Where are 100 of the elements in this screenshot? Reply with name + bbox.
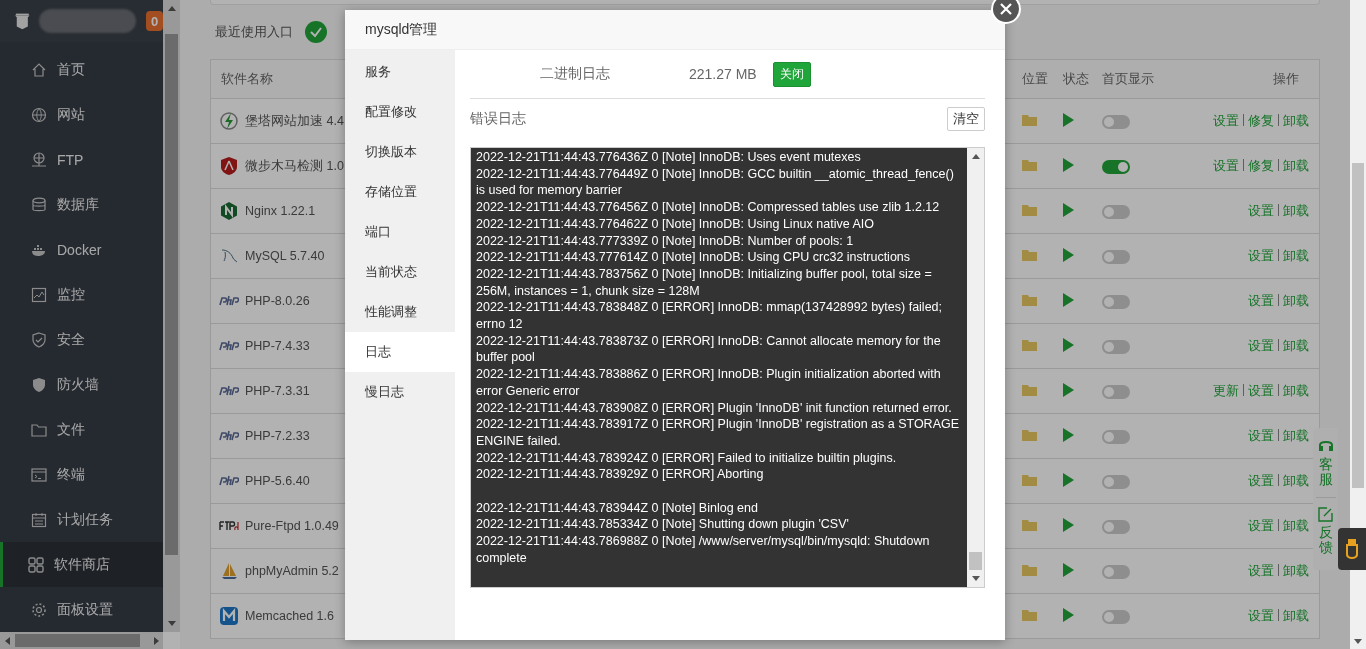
play-icon[interactable] (1062, 202, 1074, 217)
action-link[interactable]: 卸载 (1283, 293, 1309, 308)
scroll-down-icon[interactable] (167, 621, 176, 626)
sidebar-item[interactable]: 数据库 (0, 182, 163, 227)
home-display-toggle[interactable] (1101, 564, 1130, 579)
home-display-toggle[interactable] (1101, 474, 1130, 489)
action-link[interactable]: 设置 (1248, 203, 1274, 218)
close-binlog-button[interactable]: 关闭 (773, 61, 811, 87)
action-link[interactable]: 设置 (1213, 113, 1239, 128)
action-link[interactable]: 设置 (1213, 158, 1239, 173)
modal-nav-item[interactable]: 存储位置 (345, 172, 455, 212)
home-display-toggle[interactable] (1101, 339, 1130, 354)
folder-icon[interactable] (1021, 112, 1038, 127)
play-icon[interactable] (1062, 607, 1074, 622)
play-icon[interactable] (1062, 472, 1074, 487)
notification-badge[interactable]: 0 (146, 11, 163, 31)
folder-icon[interactable] (1021, 472, 1038, 487)
folder-icon[interactable] (1021, 382, 1038, 397)
action-link[interactable]: 设置 (1248, 563, 1274, 578)
modal-nav-item[interactable]: 当前状态 (345, 252, 455, 292)
scroll-up-icon[interactable] (167, 6, 176, 11)
log-scrollbar[interactable] (967, 148, 984, 587)
scrollbar-thumb[interactable] (165, 34, 178, 555)
sidebar-item[interactable]: 计划任务 (0, 497, 163, 542)
home-display-toggle[interactable] (1101, 609, 1130, 624)
folder-icon[interactable] (1021, 202, 1038, 217)
customer-service-link[interactable]: 客服 (1318, 457, 1333, 488)
folder-icon[interactable] (1021, 427, 1038, 442)
modal-nav-item[interactable]: 性能调整 (345, 292, 455, 332)
sidebar-item[interactable]: 防火墙 (0, 362, 163, 407)
action-link[interactable]: 卸载 (1283, 338, 1309, 353)
action-link[interactable]: 卸载 (1283, 473, 1309, 488)
folder-icon[interactable] (1021, 337, 1038, 352)
action-link[interactable]: 卸载 (1283, 203, 1309, 218)
folder-icon[interactable] (1021, 247, 1038, 262)
action-link[interactable]: 设置 (1248, 518, 1274, 533)
home-display-toggle[interactable] (1101, 519, 1130, 534)
sidebar-item[interactable]: Docker (0, 227, 163, 272)
play-icon[interactable] (1062, 337, 1074, 352)
folder-icon[interactable] (1021, 157, 1038, 172)
action-link[interactable]: 设置 (1248, 473, 1274, 488)
modal-nav-item[interactable]: 端口 (345, 212, 455, 252)
modal-nav-item[interactable]: 慢日志 (345, 372, 455, 412)
action-link[interactable]: 卸载 (1283, 608, 1309, 623)
action-link[interactable]: 更新 (1213, 383, 1239, 398)
action-link[interactable]: 卸载 (1283, 428, 1309, 443)
home-display-toggle[interactable] (1101, 159, 1130, 174)
usb-button[interactable] (1338, 528, 1366, 570)
action-link[interactable]: 修复 (1248, 158, 1274, 173)
play-icon[interactable] (1062, 112, 1074, 127)
folder-icon[interactable] (1021, 292, 1038, 307)
play-icon[interactable] (1062, 247, 1074, 262)
sidebar-item[interactable]: 文件 (0, 407, 163, 452)
action-link[interactable]: 设置 (1248, 608, 1274, 623)
scroll-down-icon[interactable] (971, 576, 980, 581)
sidebar-item[interactable]: 面板设置 (0, 587, 163, 632)
action-link[interactable]: 设置 (1248, 383, 1274, 398)
scroll-up-icon[interactable] (971, 154, 980, 159)
action-link[interactable]: 设置 (1248, 428, 1274, 443)
clear-button[interactable]: 清空 (947, 107, 985, 131)
action-link[interactable]: 设置 (1248, 293, 1274, 308)
action-link[interactable]: 卸载 (1283, 158, 1309, 173)
scroll-down-icon[interactable] (1354, 638, 1362, 644)
sidebar-item[interactable]: 网站 (0, 92, 163, 137)
home-display-toggle[interactable] (1101, 114, 1130, 129)
folder-icon[interactable] (1021, 517, 1038, 532)
folder-icon[interactable] (1021, 562, 1038, 577)
sidebar-item[interactable]: 安全 (0, 317, 163, 362)
modal-nav-item[interactable]: 切换版本 (345, 132, 455, 172)
play-icon[interactable] (1062, 562, 1074, 577)
folder-icon[interactable] (1021, 607, 1038, 622)
feedback-link[interactable]: 反馈 (1318, 524, 1333, 556)
sidebar-item[interactable]: 软件商店 (0, 542, 163, 587)
home-display-toggle[interactable] (1101, 294, 1130, 309)
scrollbar-thumb[interactable] (1352, 163, 1364, 488)
action-link[interactable]: 卸载 (1283, 383, 1309, 398)
play-icon[interactable] (1062, 157, 1074, 172)
action-link[interactable]: 设置 (1248, 338, 1274, 353)
scroll-left-icon[interactable] (4, 636, 10, 645)
play-icon[interactable] (1062, 517, 1074, 532)
scroll-right-icon[interactable] (153, 636, 159, 645)
action-link[interactable]: 卸载 (1283, 248, 1309, 263)
action-link[interactable]: 卸载 (1283, 518, 1309, 533)
sidebar-item[interactable]: 监控 (0, 272, 163, 317)
scrollbar-thumb[interactable] (969, 552, 982, 570)
home-display-toggle[interactable] (1101, 384, 1130, 399)
modal-nav-item[interactable]: 日志 (345, 332, 455, 372)
sidebar-item[interactable]: 终端 (0, 452, 163, 497)
scrollbar-thumb[interactable] (15, 634, 140, 647)
play-icon[interactable] (1062, 427, 1074, 442)
action-link[interactable]: 修复 (1248, 113, 1274, 128)
sidebar-item[interactable]: 首页 (0, 47, 163, 92)
home-display-toggle[interactable] (1101, 204, 1130, 219)
action-link[interactable]: 卸载 (1283, 563, 1309, 578)
play-icon[interactable] (1062, 292, 1074, 307)
action-link[interactable]: 设置 (1248, 248, 1274, 263)
action-link[interactable]: 卸载 (1283, 113, 1309, 128)
home-display-toggle[interactable] (1101, 249, 1130, 264)
play-icon[interactable] (1062, 382, 1074, 397)
home-display-toggle[interactable] (1101, 429, 1130, 444)
